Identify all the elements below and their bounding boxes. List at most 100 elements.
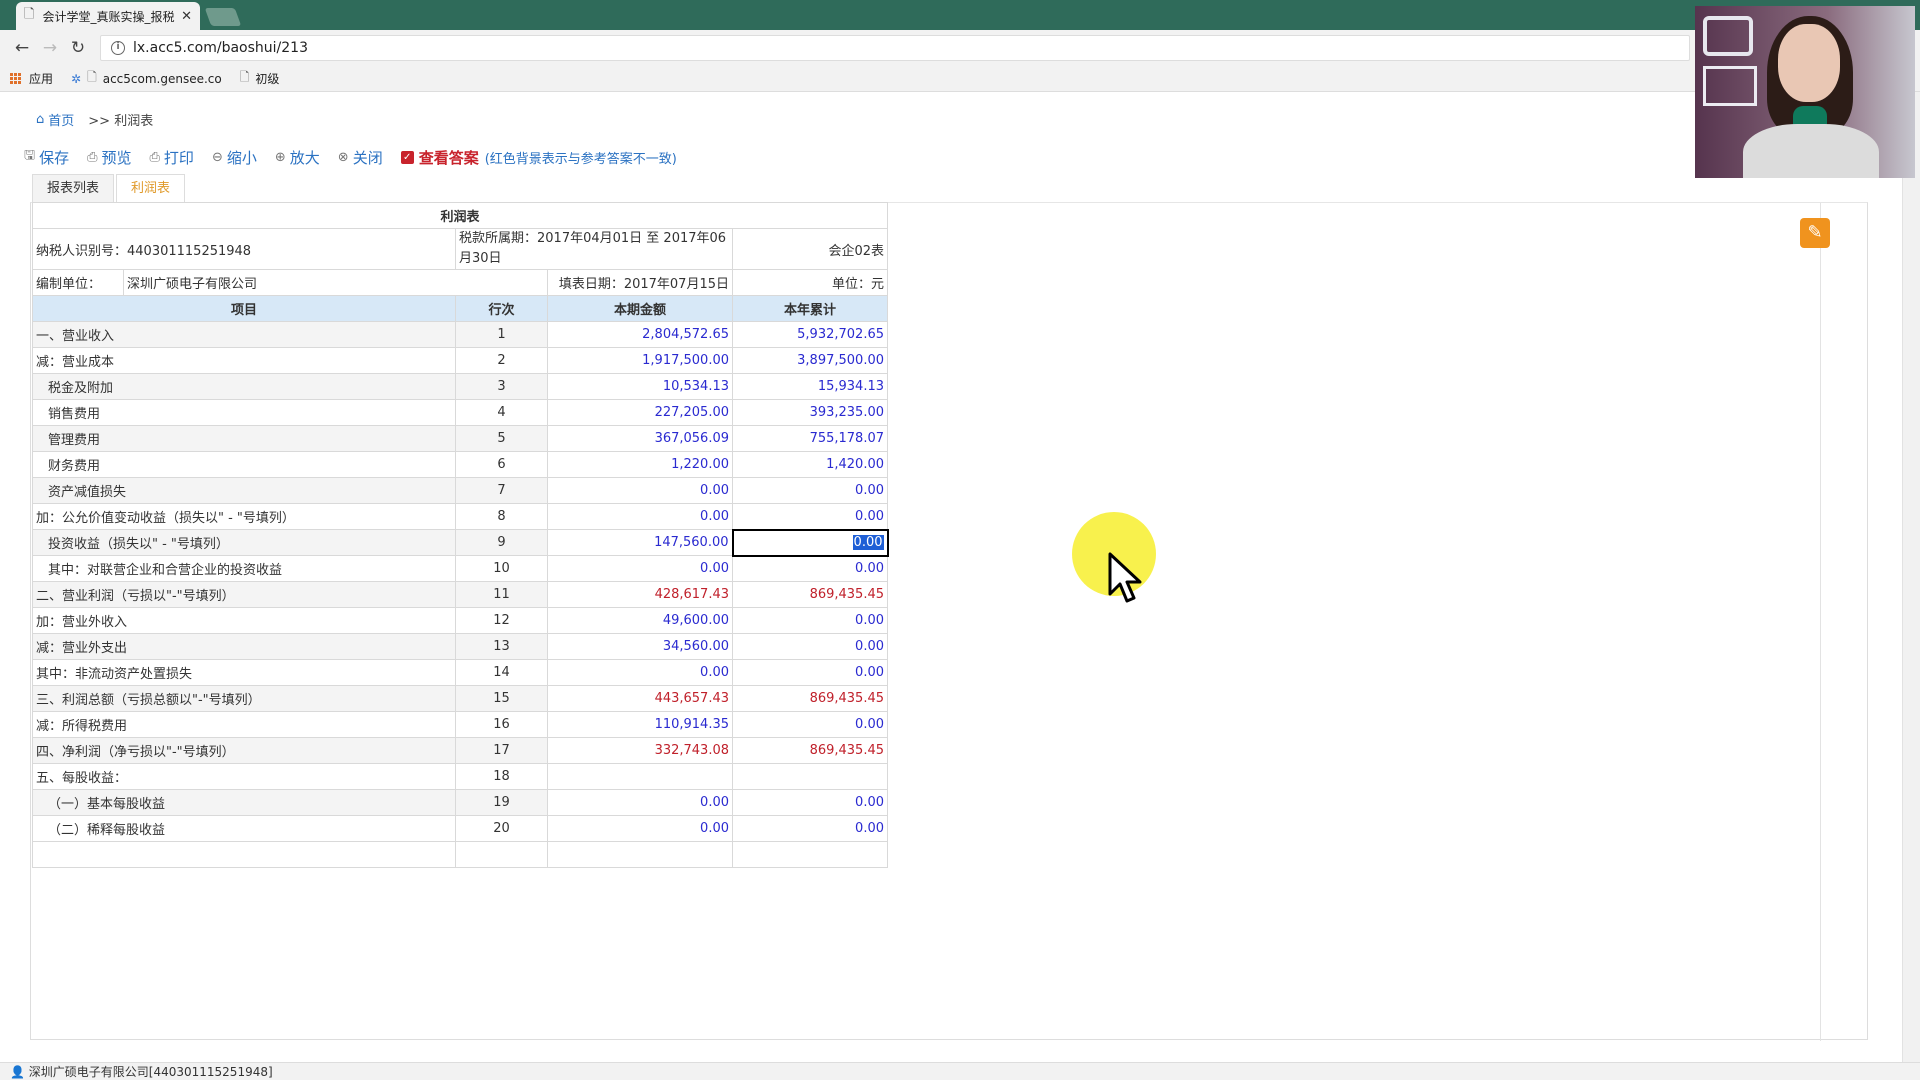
preview-button[interactable]: ⎙ 预览 <box>87 147 131 168</box>
ytd-amount-cell[interactable]: 755,178.07 <box>732 425 888 452</box>
row-line-number: 11 <box>455 581 548 608</box>
row-item-label: 其中：非流动资产处置损失 <box>32 659 456 686</box>
tab-income-statement[interactable]: 利润表 <box>116 174 186 202</box>
header-line: 行次 <box>455 295 548 322</box>
print-button[interactable]: ⎙ 打印 <box>150 147 194 168</box>
ytd-amount-cell[interactable]: 0.00 <box>732 659 888 686</box>
tab-title: 会计学堂_真账实操_报税 <box>42 9 175 24</box>
row-line-number: 17 <box>455 737 548 764</box>
ytd-amount-cell[interactable]: 5,932,702.65 <box>732 321 888 348</box>
row-item-label: 税金及附加 <box>32 373 456 400</box>
ytd-amount-cell[interactable]: 0.00 <box>732 789 888 816</box>
row-line-number: 20 <box>455 815 548 842</box>
row-line-number: 12 <box>455 607 548 634</box>
table-row: 管理费用 5 367,056.09 755,178.07 <box>32 425 888 452</box>
tab-report-list[interactable]: 报表列表 <box>32 174 115 202</box>
view-answer-checkbox[interactable]: ✓ 查看答案 (红色背景表示与参考答案不一致) <box>400 147 677 168</box>
table-row: （一）基本每股收益 19 0.00 0.00 <box>32 789 888 816</box>
zoom-in-button[interactable]: ⊕ 放大 <box>275 147 320 168</box>
page-icon: 🗋 <box>24 7 35 22</box>
close-tab-icon[interactable]: ✕ <box>181 9 192 24</box>
row-line-number: 16 <box>455 711 548 738</box>
row-item-label: 三、利润总额（亏损总额以"-"号填列） <box>32 685 456 712</box>
ytd-amount-cell[interactable]: 1,420.00 <box>732 451 888 478</box>
current-amount-cell[interactable]: 0.00 <box>547 503 733 530</box>
current-amount-cell[interactable]: 443,657.43 <box>547 685 733 712</box>
current-amount-cell[interactable]: 2,804,572.65 <box>547 321 733 348</box>
bookmark-apps[interactable]: 应用 <box>10 70 53 87</box>
current-amount-cell[interactable]: 1,917,500.00 <box>547 347 733 374</box>
bookmark-beginner[interactable]: 🗋 初级 <box>240 68 280 89</box>
table-row: 销售费用 4 227,205.00 393,235.00 <box>32 399 888 426</box>
current-amount-cell[interactable]: 0.00 <box>547 659 733 686</box>
info-icon[interactable]: i <box>111 41 125 55</box>
current-amount-cell[interactable]: 147,560.00 <box>547 529 733 556</box>
ytd-amount-cell[interactable]: 3,897,500.00 <box>732 347 888 374</box>
close-circle-icon: ⊗ <box>337 149 349 165</box>
bookmark-gensee[interactable]: ✲ 🗋 acc5com.gensee.co <box>71 68 222 89</box>
current-amount-cell[interactable]: 227,205.00 <box>547 399 733 426</box>
row-line-number: 15 <box>455 685 548 712</box>
back-icon[interactable]: ← <box>8 38 36 58</box>
report-title-row: 利润表 <box>32 202 888 229</box>
ytd-amount-cell[interactable]: 0.00 <box>732 633 888 660</box>
current-amount-cell[interactable]: 1,220.00 <box>547 451 733 478</box>
forward-icon[interactable]: → <box>36 38 64 58</box>
ytd-amount-cell[interactable]: 869,435.45 <box>732 581 888 608</box>
current-amount-cell[interactable]: 332,743.08 <box>547 737 733 764</box>
current-amount-cell[interactable]: 367,056.09 <box>547 425 733 452</box>
current-amount-cell[interactable]: 110,914.35 <box>547 711 733 738</box>
scrollbar[interactable] <box>1902 92 1920 1062</box>
report-tabs: 报表列表 利润表 <box>32 174 187 202</box>
current-amount-cell[interactable] <box>547 763 733 790</box>
ytd-amount-cell[interactable]: 393,235.00 <box>732 399 888 426</box>
current-amount-cell[interactable]: 49,600.00 <box>547 607 733 634</box>
table-row: 投资收益（损失以" - "号填列） 9 147,560.00 0.00 <box>32 528 889 557</box>
status-text: 深圳广硕电子有限公司[440301115251948] <box>28 1065 273 1079</box>
pencil-icon[interactable]: ✎ <box>1800 218 1830 248</box>
row-item-label: 二、营业利润（亏损以"-"号填列） <box>32 581 456 608</box>
table-header-row: 项目 行次 本期金额 本年累计 <box>32 295 888 322</box>
empty-row <box>32 841 888 868</box>
current-amount-cell[interactable]: 10,534.13 <box>547 373 733 400</box>
ytd-amount-cell[interactable]: 0.00 <box>732 607 888 634</box>
row-item-label: 管理费用 <box>32 425 456 452</box>
url-input[interactable]: i lx.acc5.com/baoshui/213 <box>100 35 1690 61</box>
ytd-amount-cell[interactable]: 15,934.13 <box>732 373 888 400</box>
current-amount-cell[interactable]: 428,617.43 <box>547 581 733 608</box>
row-line-number: 1 <box>455 321 548 348</box>
current-amount-cell[interactable]: 0.00 <box>547 789 733 816</box>
current-amount-cell[interactable]: 0.00 <box>547 815 733 842</box>
ytd-amount-cell[interactable]: 0.00 <box>732 711 888 738</box>
ytd-amount-cell[interactable]: 0.00 <box>732 477 888 504</box>
row-line-number: 9 <box>455 529 548 556</box>
ytd-amount-cell[interactable]: 0.00 <box>732 503 888 530</box>
current-amount-cell[interactable]: 0.00 <box>547 477 733 504</box>
taxpayer-id: 纳税人识别号：440301115251948 <box>32 228 456 270</box>
browser-tab[interactable]: 🗋 会计学堂_真账实操_报税 ✕ <box>16 2 200 30</box>
selected-value[interactable]: 0.00 <box>852 535 884 550</box>
close-button[interactable]: ⊗ 关闭 <box>338 147 383 168</box>
save-button[interactable]: 🖫 保存 <box>24 146 69 168</box>
new-tab-button[interactable] <box>204 8 242 26</box>
zoom-out-button[interactable]: ⊖ 缩小 <box>212 147 257 168</box>
ytd-amount-cell[interactable] <box>732 763 888 790</box>
url-text: lx.acc5.com/baoshui/213 <box>133 40 308 56</box>
current-amount-cell[interactable]: 0.00 <box>547 555 733 582</box>
breadcrumb-home-link[interactable]: 首页 <box>48 110 74 129</box>
row-item-label: 投资收益（损失以" - "号填列） <box>32 529 456 556</box>
row-item-label: 销售费用 <box>32 399 456 426</box>
ytd-amount-cell[interactable]: 0.00 <box>731 528 889 557</box>
ytd-amount-cell[interactable]: 869,435.45 <box>732 737 888 764</box>
table-row: 加：营业外收入 12 49,600.00 0.00 <box>32 607 888 634</box>
ytd-amount-cell[interactable]: 0.00 <box>732 555 888 582</box>
empty-cell <box>732 841 888 868</box>
current-amount-cell[interactable]: 34,560.00 <box>547 633 733 660</box>
unit-label: 编制单位： <box>32 269 124 296</box>
reload-icon[interactable]: ↻ <box>64 38 92 58</box>
row-line-number: 6 <box>455 451 548 478</box>
table-row: 减：营业外支出 13 34,560.00 0.00 <box>32 633 888 660</box>
row-item-label: 其中：对联营企业和合营企业的投资收益 <box>32 555 456 582</box>
ytd-amount-cell[interactable]: 0.00 <box>732 815 888 842</box>
ytd-amount-cell[interactable]: 869,435.45 <box>732 685 888 712</box>
